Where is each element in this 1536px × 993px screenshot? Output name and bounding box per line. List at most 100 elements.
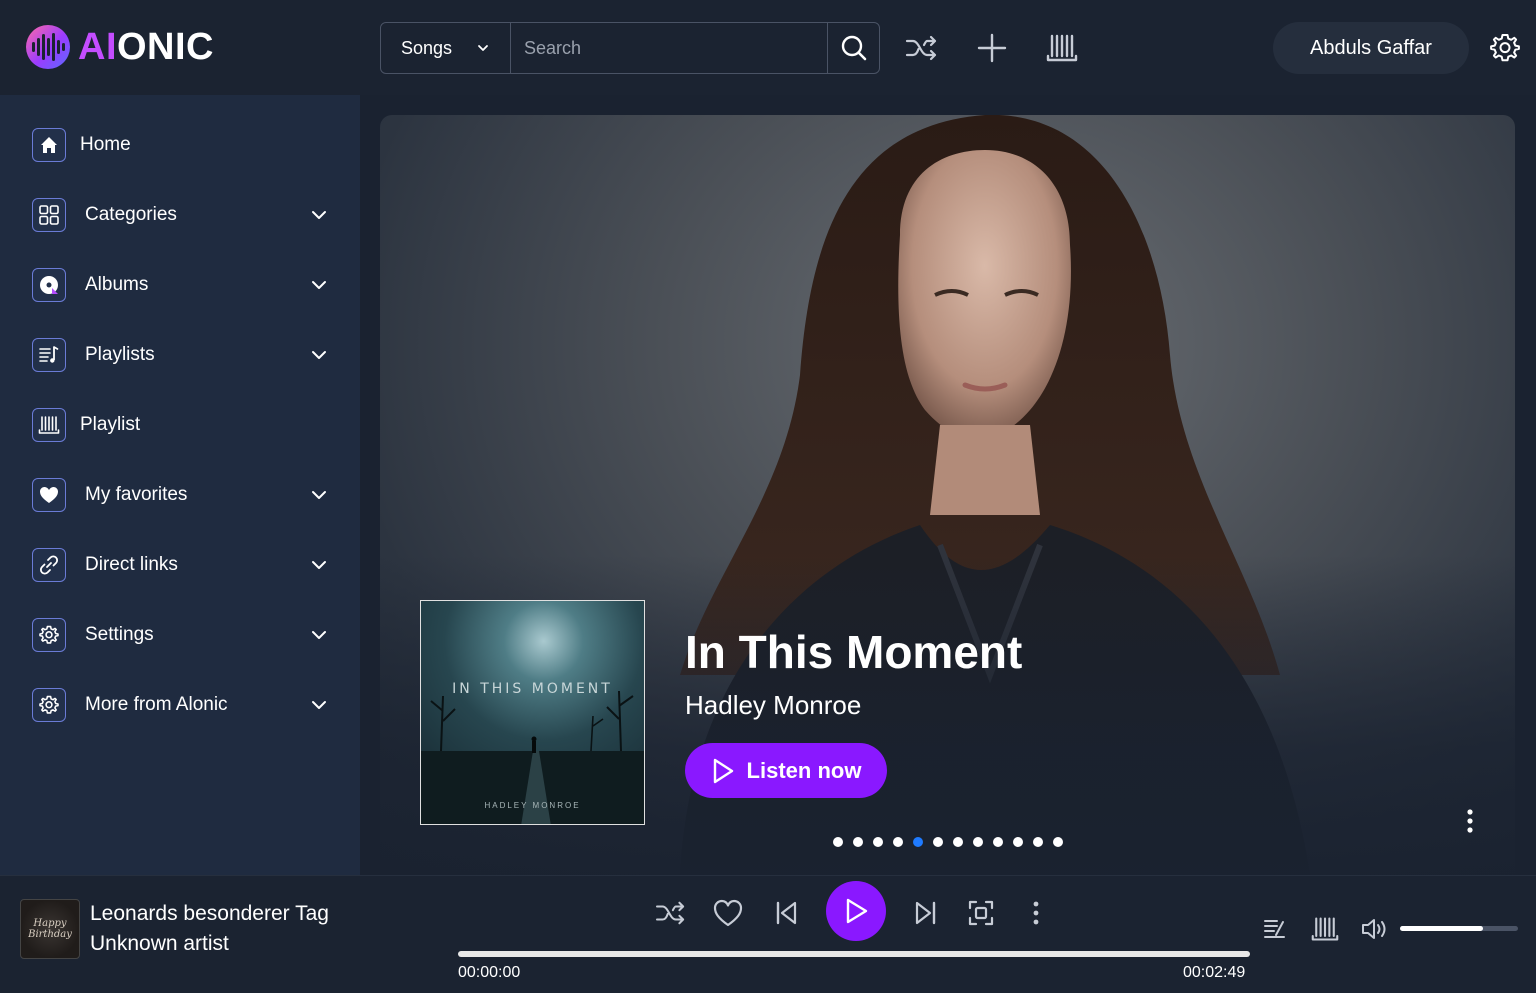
now-playing-artist[interactable]: Unknown artist [90, 932, 229, 956]
settings-button[interactable] [1488, 31, 1522, 65]
slider-dot[interactable] [833, 837, 843, 847]
slider-dot[interactable] [873, 837, 883, 847]
sidebar-item-playlists[interactable]: Playlists [32, 335, 332, 375]
favorite-button[interactable] [711, 896, 745, 930]
sidebar-item-more-from-alonic[interactable]: More from Alonic [32, 685, 332, 725]
library-icon [1311, 917, 1339, 941]
gear-icon [32, 688, 66, 722]
play-button[interactable] [826, 881, 886, 941]
sidebar-item-playlist[interactable]: Playlist [32, 405, 332, 445]
sidebar-item-label: Playlist [80, 414, 141, 435]
sidebar-item-home[interactable]: Home [32, 125, 332, 165]
search-input[interactable] [511, 23, 827, 73]
sidebar-item-label: More from Alonic [85, 694, 228, 715]
now-playing-thumbnail[interactable]: Happy Birthday [20, 899, 80, 959]
slider-dot[interactable] [953, 837, 963, 847]
gear-icon [1490, 34, 1520, 62]
sidebar-item-direct-links[interactable]: Direct links [32, 545, 332, 585]
user-menu-button[interactable]: Abduls Gaffar [1273, 22, 1469, 74]
shuffle-icon [905, 35, 937, 61]
queue-button[interactable] [1258, 912, 1292, 946]
slider-dot[interactable] [993, 837, 1003, 847]
slider-dot[interactable] [973, 837, 983, 847]
library-button[interactable] [1044, 30, 1080, 66]
heart-icon [32, 478, 66, 512]
library-icon [32, 408, 66, 442]
progress-bar[interactable] [458, 951, 1250, 957]
chevron-down-icon [478, 45, 488, 51]
chevron-down-icon[interactable] [308, 554, 330, 576]
volume-button[interactable] [1358, 912, 1392, 946]
total-duration: 00:02:49 [1183, 964, 1246, 981]
chevron-down-icon[interactable] [308, 624, 330, 646]
album-icon [32, 268, 66, 302]
hero-artist-name[interactable]: Hadley Monroe [685, 690, 861, 721]
search-type-select[interactable]: Songs [381, 23, 511, 73]
cover-art [421, 690, 644, 824]
gear-icon [32, 618, 66, 652]
player-more-button[interactable] [1019, 896, 1053, 930]
album-cover[interactable]: IN THIS MOMENT HADLEY MONROE [420, 600, 645, 825]
slider-dot[interactable] [913, 837, 923, 847]
chevron-down-icon[interactable] [308, 204, 330, 226]
slider-dot[interactable] [933, 837, 943, 847]
volume-slider[interactable] [1400, 926, 1518, 931]
focus-frame-icon [968, 900, 994, 926]
shuffle-button[interactable] [654, 896, 688, 930]
slider-dot[interactable] [1053, 837, 1063, 847]
listen-now-label: Listen now [746, 757, 862, 783]
top-header: AIONIC Songs Abduls Gaffar [0, 0, 1536, 95]
waveform-logo-icon [26, 25, 70, 69]
heart-icon [713, 899, 743, 927]
chevron-down-icon[interactable] [308, 484, 330, 506]
brand-logo[interactable]: AIONIC [26, 25, 214, 69]
chevron-down-icon[interactable] [308, 274, 330, 296]
previous-button[interactable] [769, 896, 803, 930]
slider-dot[interactable] [1013, 837, 1023, 847]
sidebar-item-settings[interactable]: Settings [32, 615, 332, 655]
link-icon [32, 548, 66, 582]
search-bar: Songs [380, 22, 880, 74]
next-button[interactable] [909, 896, 943, 930]
play-icon [713, 758, 733, 783]
sidebar-item-label: Settings [85, 624, 154, 645]
chevron-down-icon[interactable] [308, 344, 330, 366]
sidebar-item-label: My favorites [85, 484, 188, 505]
shuffle-button[interactable] [904, 30, 940, 66]
queue-list-icon [1264, 920, 1285, 938]
slider-dot[interactable] [1033, 837, 1043, 847]
hero-track-title: In This Moment [685, 626, 1023, 678]
grid-icon [32, 198, 66, 232]
library-button[interactable] [1308, 912, 1342, 946]
add-button[interactable] [974, 30, 1010, 66]
listen-now-button[interactable]: Listen now [685, 743, 887, 798]
search-button[interactable] [827, 23, 879, 73]
thumbnail-text: Happy Birthday [28, 918, 72, 940]
playlists-icon [32, 338, 66, 372]
sidebar-item-my-favorites[interactable]: My favorites [32, 475, 332, 515]
player-bar: Happy Birthday Leonards besonderer Tag U… [0, 875, 1536, 993]
sidebar-item-label: Albums [85, 274, 149, 295]
plus-icon [977, 33, 1007, 63]
skip-back-icon [776, 901, 797, 925]
sidebar: Home Categories Albums Playlists Playlis… [0, 95, 360, 875]
home-icon [32, 128, 66, 162]
sidebar-item-categories[interactable]: Categories [32, 195, 332, 235]
skip-forward-icon [915, 901, 936, 925]
hero-more-button[interactable] [1458, 808, 1482, 834]
volume-icon [1362, 919, 1386, 939]
sidebar-item-label: Categories [85, 204, 177, 225]
slider-dot[interactable] [893, 837, 903, 847]
search-icon [841, 35, 866, 61]
chevron-down-icon[interactable] [308, 694, 330, 716]
fullscreen-button[interactable] [964, 896, 998, 930]
user-name: Abduls Gaffar [1310, 36, 1432, 59]
library-icon [1046, 34, 1078, 62]
sidebar-item-label: Home [80, 134, 131, 155]
volume-level [1400, 926, 1483, 931]
sidebar-item-albums[interactable]: Albums [32, 265, 332, 305]
more-vertical-icon [1033, 901, 1039, 925]
search-type-label: Songs [401, 37, 453, 58]
slider-dot[interactable] [853, 837, 863, 847]
now-playing-title[interactable]: Leonards besonderer Tag [90, 902, 329, 926]
